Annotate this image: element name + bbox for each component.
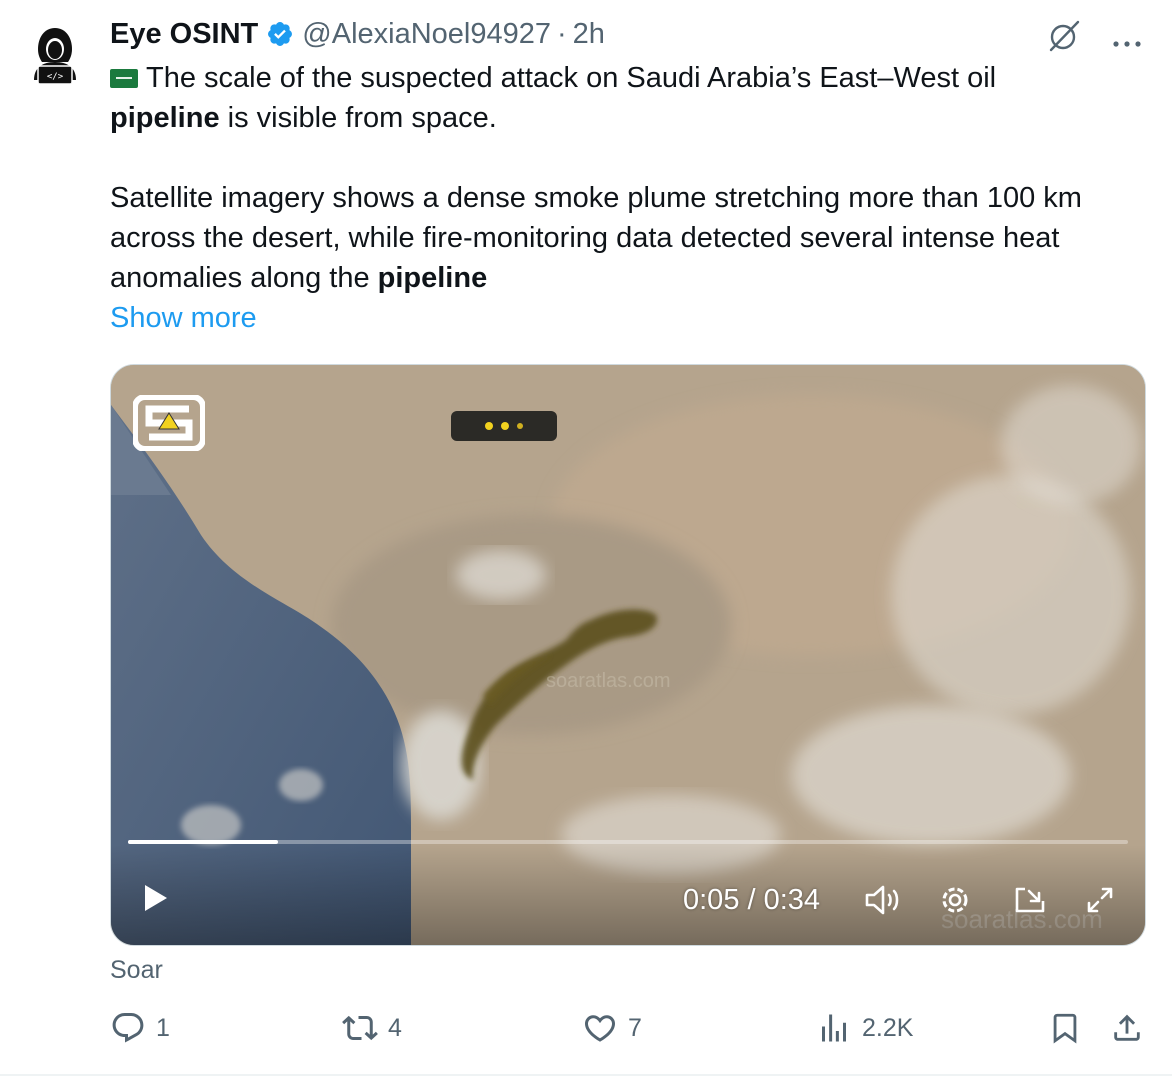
svg-text:</>: </> xyxy=(47,72,64,82)
paragraph-1-tail: is visible from space. xyxy=(219,102,497,134)
share-icon xyxy=(1114,1014,1140,1041)
views-count: 2.2K xyxy=(862,1013,914,1042)
video-time-display: 0:05 / 0:34 xyxy=(683,884,821,916)
fullscreen-icon[interactable] xyxy=(1083,883,1119,917)
paragraph-2-text: Satellite imagery shows a dense smoke pl… xyxy=(110,182,1082,294)
grok-icon[interactable] xyxy=(1046,18,1082,62)
avatar[interactable]: </> xyxy=(22,22,88,88)
separator-dot: · xyxy=(557,17,567,50)
watermark-center: soaratlas.com xyxy=(546,670,671,692)
volume-icon[interactable] xyxy=(863,883,899,917)
video-progress-fill xyxy=(128,840,278,844)
loading-indicator xyxy=(451,411,557,441)
video-progress-bar[interactable] xyxy=(128,840,1128,844)
reply-icon xyxy=(112,1013,144,1043)
video-player[interactable]: soaratlas.com soaratlas.com 0:05 / 0:34 xyxy=(110,364,1146,946)
video-controls-bar xyxy=(111,845,1145,945)
settings-gear-icon[interactable] xyxy=(937,883,973,917)
play-button-icon[interactable] xyxy=(143,883,169,913)
tweet-action-bar: 1 4 7 2.2K xyxy=(110,1010,1150,1054)
repost-button[interactable]: 4 xyxy=(342,1010,402,1046)
tweet-paragraph-2: Satellite imagery shows a dense smoke pl… xyxy=(110,178,1155,298)
bookmark-button[interactable] xyxy=(1048,1010,1082,1046)
views-chart-icon xyxy=(822,1014,846,1042)
tweet-header: Eye OSINT @AlexiaNoel94927 · 2h xyxy=(110,14,1142,54)
repost-icon xyxy=(342,1015,378,1041)
reply-button[interactable]: 1 xyxy=(110,1010,170,1046)
pipeline-highlight-2: pipeline xyxy=(377,262,488,294)
more-options-icon[interactable] xyxy=(1112,24,1142,57)
repost-count: 4 xyxy=(388,1013,402,1042)
tweet-paragraph-1: The scale of the suspected attack on Sau… xyxy=(110,58,1155,138)
like-count: 7 xyxy=(628,1013,642,1042)
show-more-link[interactable]: Show more xyxy=(110,302,257,334)
author-handle[interactable]: @AlexiaNoel94927 xyxy=(302,18,551,51)
tweet-body: The scale of the suspected attack on Sau… xyxy=(110,58,1155,338)
views-button[interactable]: 2.2K xyxy=(816,1010,913,1046)
verified-badge-icon[interactable] xyxy=(266,20,294,48)
share-button[interactable] xyxy=(1110,1010,1144,1046)
like-button[interactable]: 7 xyxy=(582,1010,642,1046)
pipeline-highlight: pipeline xyxy=(110,102,220,134)
reply-count: 1 xyxy=(156,1013,170,1042)
heart-icon xyxy=(584,1015,616,1042)
hooded-hacker-avatar-icon: </> xyxy=(34,28,76,85)
paragraph-1-text: The scale of the suspected attack on Sau… xyxy=(146,62,997,94)
saudi-flag-icon xyxy=(110,69,138,88)
timestamp[interactable]: 2h xyxy=(573,18,605,51)
media-source-label[interactable]: Soar xyxy=(110,956,163,985)
bookmark-icon xyxy=(1053,1013,1077,1044)
soar-logo xyxy=(132,394,206,456)
picture-in-picture-icon[interactable] xyxy=(1011,883,1047,917)
author-name[interactable]: Eye OSINT xyxy=(110,18,258,51)
